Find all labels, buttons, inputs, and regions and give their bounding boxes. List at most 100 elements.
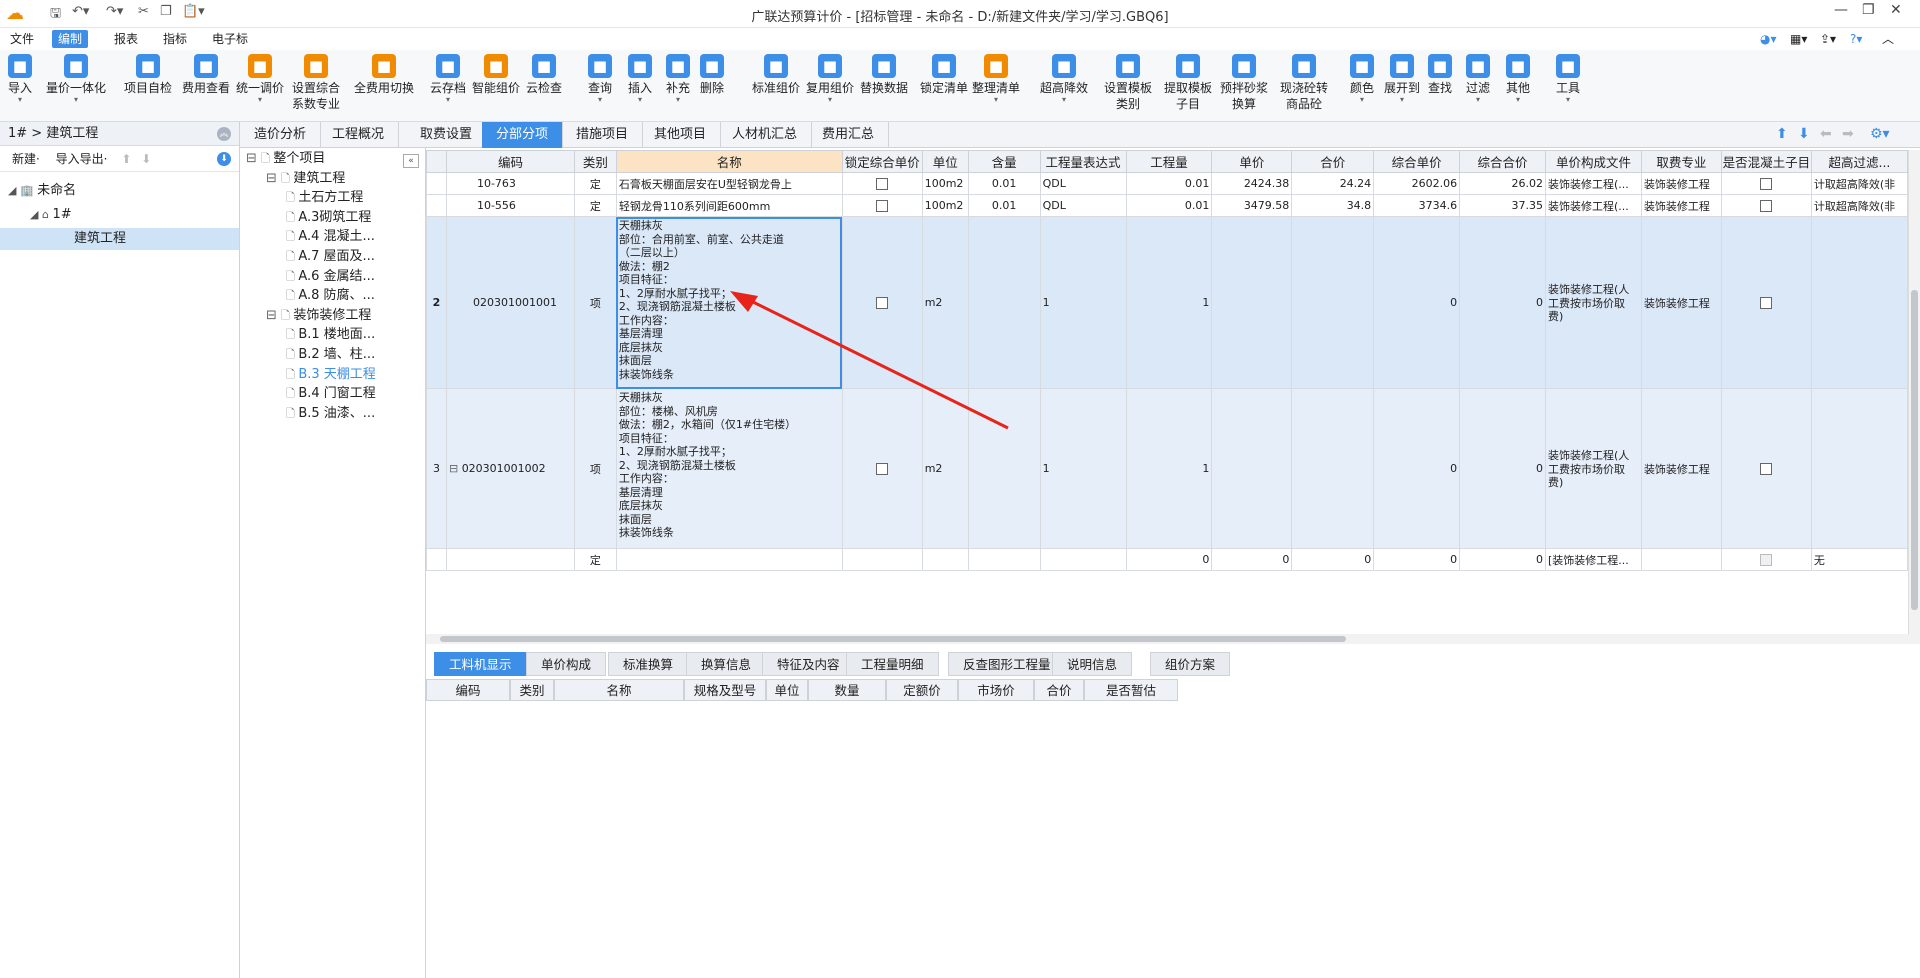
- grid-cell-unit[interactable]: 100m2: [921, 194, 969, 217]
- detail-tab-6[interactable]: 工程量明细: [846, 652, 939, 676]
- dropdown-caret-icon[interactable]: ▾: [1350, 96, 1374, 104]
- arrow-down-icon[interactable]: ⬇: [1798, 126, 1810, 142]
- ribbon-button-17[interactable]: ■ 替换数据: [860, 54, 908, 96]
- ribbon-button-15[interactable]: ■ 标准组价: [752, 54, 800, 96]
- grid-cell-unit[interactable]: m2: [921, 388, 969, 549]
- detail-header-cell[interactable]: 类别: [510, 679, 554, 701]
- grid-cell-no[interactable]: [426, 172, 447, 195]
- grid-cell-type[interactable]: 项: [573, 216, 617, 389]
- grid-cell-content[interactable]: [967, 216, 1041, 389]
- detail-header-cell[interactable]: 是否暂估: [1084, 679, 1178, 701]
- ribbon-button-22[interactable]: ■ 提取模板 子目: [1164, 54, 1212, 112]
- grid-cell-comp-total[interactable]: 0: [1459, 388, 1546, 549]
- grid-cell-content[interactable]: 0.01: [967, 172, 1041, 195]
- grid-cell-total[interactable]: 0: [1291, 548, 1375, 571]
- table-row[interactable]: 3 ⊟ 020301001002 项 天棚抹灰 部位：楼梯、风机房 做法：棚2，水箱间…: [426, 388, 1908, 549]
- tab-6[interactable]: 其他项目: [640, 122, 722, 148]
- collapse-up-icon[interactable]: ︽: [217, 127, 231, 141]
- grid-header-cell[interactable]: 锁定综合单价: [841, 150, 923, 173]
- grid-cell-no[interactable]: 3: [426, 388, 447, 549]
- grid-cell-comp-price[interactable]: 0: [1373, 548, 1461, 571]
- detail-header-cell[interactable]: 规格及型号: [684, 679, 766, 701]
- tab-4[interactable]: 分部分项: [482, 122, 564, 148]
- dropdown-caret-icon[interactable]: ▾: [1384, 96, 1420, 104]
- menu-e-bid[interactable]: 电子标: [206, 30, 254, 48]
- grid-cell-total[interactable]: 24.24: [1291, 172, 1375, 195]
- grid-cell-total[interactable]: [1291, 216, 1375, 389]
- ribbon-button-19[interactable]: ■ 整理清单 ▾: [972, 54, 1020, 104]
- project-tree-item[interactable]: ◢ ⌂ 1#: [30, 204, 72, 226]
- ribbon-button-23[interactable]: ■ 预拌砂浆 换算: [1220, 54, 1268, 112]
- grid-cell-qty[interactable]: 0: [1125, 548, 1213, 571]
- collapse-node-icon[interactable]: ⊟: [266, 171, 281, 186]
- upload-icon[interactable]: ⇪▾: [1814, 30, 1842, 48]
- grid-cell-comp-price[interactable]: 2602.06: [1373, 172, 1461, 195]
- grid-cell---cb[interactable]: [841, 548, 923, 571]
- ribbon-button-21[interactable]: ■ 设置模板 类别: [1104, 54, 1152, 112]
- grid-cell-comp-total[interactable]: 0: [1459, 548, 1546, 571]
- menu-index[interactable]: 指标: [157, 30, 193, 48]
- ribbon-button-16[interactable]: ■ 复用组价 ▾: [806, 54, 854, 104]
- ribbon-button-28[interactable]: ■ 过滤 ▾: [1466, 54, 1490, 104]
- grid-header-cell[interactable]: 单价: [1211, 150, 1293, 173]
- grid-header-cell[interactable]: 工程量表达式: [1039, 150, 1127, 173]
- layout-icon[interactable]: ▦▾: [1784, 30, 1813, 48]
- grid-cell-comp-total[interactable]: 26.02: [1459, 172, 1546, 195]
- grid-cell-content[interactable]: [967, 548, 1041, 571]
- minimize-icon[interactable]: —: [1834, 2, 1848, 18]
- checkbox[interactable]: [1760, 463, 1773, 475]
- grid-cell-price[interactable]: [1211, 388, 1293, 549]
- grid-cell-fee-file[interactable]: [装饰装修工程...: [1544, 548, 1642, 571]
- tab-5[interactable]: 措施项目: [562, 122, 644, 148]
- grid-cell---cb[interactable]: [841, 172, 923, 195]
- project-tree-item[interactable]: ◢ 🏢 未命名: [8, 180, 76, 202]
- checkbox[interactable]: [876, 178, 889, 190]
- move-down-icon[interactable]: ⬇: [141, 152, 151, 166]
- ribbon-button-1[interactable]: ■ 导入 ▾: [8, 54, 32, 104]
- download-icon[interactable]: ⬇: [217, 152, 231, 166]
- grid-header-cell[interactable]: 超高过滤...: [1810, 150, 1908, 173]
- grid-cell-fee-major[interactable]: 装饰装修工程: [1640, 194, 1722, 217]
- grid-cell---cb2[interactable]: [1720, 194, 1812, 217]
- grid-cell-comp-total[interactable]: 0: [1459, 216, 1546, 389]
- grid-cell-expr[interactable]: 1: [1039, 216, 1127, 389]
- ribbon-button-2[interactable]: ■ 量价一体化 ▾: [46, 54, 106, 104]
- grid-cell-filter[interactable]: [1810, 388, 1908, 549]
- grid-cell-filter[interactable]: [1810, 216, 1908, 389]
- grid-cell-type[interactable]: 项: [573, 388, 617, 549]
- grid-cell-no[interactable]: 2: [426, 216, 447, 389]
- grid-cell---cb2[interactable]: [1720, 388, 1812, 549]
- ribbon-button-4[interactable]: ■ 费用查看: [182, 54, 230, 96]
- close-icon[interactable]: ✕: [1890, 2, 1902, 18]
- dropdown-caret-icon[interactable]: ▾: [1466, 96, 1490, 104]
- horizontal-scrollbar[interactable]: [426, 634, 1920, 644]
- grid-cell-comp-total[interactable]: 37.35: [1459, 194, 1546, 217]
- grid-cell-comp-price[interactable]: 3734.6: [1373, 194, 1461, 217]
- grid-header-cell[interactable]: 单价构成文件: [1544, 150, 1642, 173]
- grid-cell-name[interactable]: 天棚抹灰 部位：合用前室、前室、公共走道 （二层以上） 做法：棚2 项目特征： …: [615, 216, 843, 389]
- user-icon[interactable]: ◕▾: [1754, 30, 1783, 48]
- grid-cell-expr[interactable]: [1039, 548, 1127, 571]
- ribbon-button-8[interactable]: ■ 云存档 ▾: [430, 54, 466, 104]
- grid-cell-code[interactable]: ⊟ 020301001002: [445, 388, 575, 549]
- checkbox[interactable]: [1760, 200, 1773, 212]
- grid-cell-price[interactable]: 2424.38: [1211, 172, 1293, 195]
- detail-tab-5[interactable]: 特征及内容: [762, 652, 855, 676]
- arrow-left-icon[interactable]: ⬅: [1820, 126, 1832, 142]
- checkbox[interactable]: [876, 463, 889, 475]
- ribbon-button-18[interactable]: ■ 锁定清单: [920, 54, 968, 96]
- tab-8[interactable]: 费用汇总: [808, 122, 890, 148]
- ribbon-button-13[interactable]: ■ 补充 ▾: [666, 54, 690, 104]
- detail-header-cell[interactable]: 编码: [426, 679, 510, 701]
- grid-cell-comp-price[interactable]: 0: [1373, 216, 1461, 389]
- grid-cell-expr[interactable]: 1: [1039, 388, 1127, 549]
- project-tree-item[interactable]: 建筑工程: [0, 228, 239, 250]
- detail-header-cell[interactable]: 名称: [554, 679, 684, 701]
- detail-header-cell[interactable]: 定额价: [886, 679, 958, 701]
- checkbox[interactable]: [876, 200, 889, 212]
- grid-cell-comp-price[interactable]: 0: [1373, 388, 1461, 549]
- vertical-scrollbar[interactable]: [1908, 150, 1920, 634]
- grid-cell-name[interactable]: [615, 548, 843, 571]
- dropdown-caret-icon[interactable]: ▾: [806, 96, 854, 104]
- dropdown-caret-icon[interactable]: ▾: [1556, 96, 1580, 104]
